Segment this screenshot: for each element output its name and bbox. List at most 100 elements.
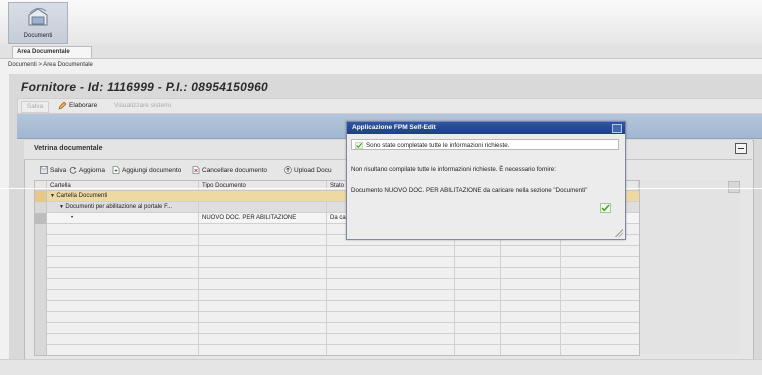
- main-toolbar: Salva Elaborare Visualizzare sistemi: [17, 98, 762, 114]
- select-all-header[interactable]: [35, 181, 47, 191]
- empty-cell: [501, 290, 561, 301]
- documents-icon: [28, 7, 48, 26]
- upload-button[interactable]: Upload Docu: [284, 166, 332, 174]
- empty-cell: [47, 279, 199, 290]
- empty-cell: [199, 268, 327, 279]
- grid-side-area: [640, 180, 740, 354]
- add-document-icon: [112, 166, 120, 174]
- top-navigation-bar: [0, 0, 762, 46]
- empty-cell: [501, 323, 561, 334]
- empty-cell: [327, 323, 455, 334]
- table-row[interactable]: [35, 268, 639, 279]
- delete-document-button[interactable]: Cancellare documento: [192, 166, 267, 174]
- refresh-icon: [69, 166, 77, 174]
- empty-cell: [47, 257, 199, 268]
- row-selector[interactable]: [35, 312, 47, 323]
- folder-label: Cartella Documenti: [56, 193, 108, 199]
- empty-cell: [327, 257, 455, 268]
- delete-document-icon: [192, 166, 200, 174]
- refresh-button[interactable]: Aggiorna: [69, 166, 105, 174]
- empty-cell: [455, 279, 501, 290]
- empty-cell: [501, 279, 561, 290]
- empty-cell: [199, 224, 327, 235]
- empty-cell: [501, 312, 561, 323]
- empty-cell: [455, 257, 501, 268]
- column-header-tipo-documento[interactable]: Tipo Documento: [199, 181, 327, 191]
- resize-grip[interactable]: [615, 229, 623, 237]
- documents-nav-tab[interactable]: Documenti: [8, 2, 68, 44]
- empty-cell: [199, 323, 327, 334]
- success-check-icon: [355, 142, 363, 149]
- add-document-button[interactable]: Aggiungi documento: [112, 166, 181, 174]
- row-selector[interactable]: [35, 290, 47, 301]
- empty-cell: [501, 246, 561, 257]
- empty-cell: [455, 345, 501, 355]
- row-selector[interactable]: [35, 268, 47, 279]
- table-row[interactable]: [35, 290, 639, 301]
- empty-cell: [199, 301, 327, 312]
- close-icon[interactable]: [612, 124, 622, 133]
- info-text: Non risultano compilate tutte le informa…: [351, 166, 556, 173]
- row-selector[interactable]: [35, 202, 47, 213]
- empty-cell: [199, 235, 327, 246]
- table-row[interactable]: [35, 323, 639, 334]
- maximize-icon[interactable]: [735, 143, 747, 154]
- row-selector[interactable]: [35, 213, 47, 224]
- empty-cell: [455, 268, 501, 279]
- scrollbar-handle[interactable]: [728, 181, 740, 193]
- row-selector[interactable]: [35, 191, 47, 202]
- row-selector[interactable]: [35, 334, 47, 345]
- empty-cell: [327, 246, 455, 257]
- empty-cell: [327, 279, 455, 290]
- doc-type-cell: [199, 202, 327, 213]
- empty-cell: [199, 279, 327, 290]
- empty-cell: [199, 246, 327, 257]
- row-selector[interactable]: [35, 345, 47, 355]
- empty-cell: [47, 290, 199, 301]
- table-row[interactable]: [35, 279, 639, 290]
- row-selector[interactable]: [35, 246, 47, 257]
- empty-cell: [501, 301, 561, 312]
- row-selector[interactable]: [35, 235, 47, 246]
- empty-cell: [327, 268, 455, 279]
- empty-cell: [199, 290, 327, 301]
- column-header-cartella[interactable]: Cartella: [47, 181, 199, 191]
- table-row[interactable]: [35, 312, 639, 323]
- table-row[interactable]: [35, 301, 639, 312]
- breadcrumb[interactable]: Documenti > Area Documentale: [8, 62, 93, 68]
- add-document-label: Aggiungi documento: [122, 166, 182, 174]
- row-selector[interactable]: [35, 301, 47, 312]
- empty-cell: [199, 334, 327, 345]
- row-selector[interactable]: [35, 279, 47, 290]
- table-row[interactable]: [35, 334, 639, 345]
- dialog-title[interactable]: Applicazione FPM Self-Edit: [347, 122, 625, 134]
- empty-cell: [455, 312, 501, 323]
- edit-button[interactable]: Elaborare: [58, 101, 97, 111]
- subfolder-cell: ▼ Documenti per abilitazione al portale …: [47, 202, 199, 213]
- save-button[interactable]: Salva: [21, 101, 49, 113]
- empty-cell: [327, 312, 455, 323]
- delete-document-label: Cancellare documento: [202, 166, 268, 174]
- row-selector[interactable]: [35, 224, 47, 235]
- panel-save-button[interactable]: Salva: [40, 166, 66, 174]
- view-systems-button[interactable]: Visualizzare sistemi: [114, 101, 171, 111]
- bullet-cell: •: [47, 213, 199, 224]
- confirm-check-icon[interactable]: [600, 203, 611, 213]
- empty-cell: [47, 323, 199, 334]
- save-icon: [40, 166, 48, 174]
- table-row[interactable]: [35, 257, 639, 268]
- row-selector[interactable]: [35, 323, 47, 334]
- upload-label: Upload Docu: [294, 166, 332, 174]
- empty-cell: [501, 345, 561, 355]
- empty-cell: [455, 334, 501, 345]
- table-row[interactable]: [35, 246, 639, 257]
- fpm-dialog: Applicazione FPM Self-Edit Sono state co…: [346, 121, 626, 240]
- documents-tab-label: Documenti: [23, 33, 53, 39]
- success-message: Sono state completate tutte le informazi…: [351, 139, 619, 150]
- empty-cell: [47, 345, 199, 355]
- table-row[interactable]: [35, 345, 639, 355]
- nav-tab-area-documentale[interactable]: Area Documentale: [12, 46, 92, 58]
- empty-cell: [199, 312, 327, 323]
- row-selector[interactable]: [35, 257, 47, 268]
- success-message-text: Sono state completate tutte le informazi…: [366, 142, 510, 149]
